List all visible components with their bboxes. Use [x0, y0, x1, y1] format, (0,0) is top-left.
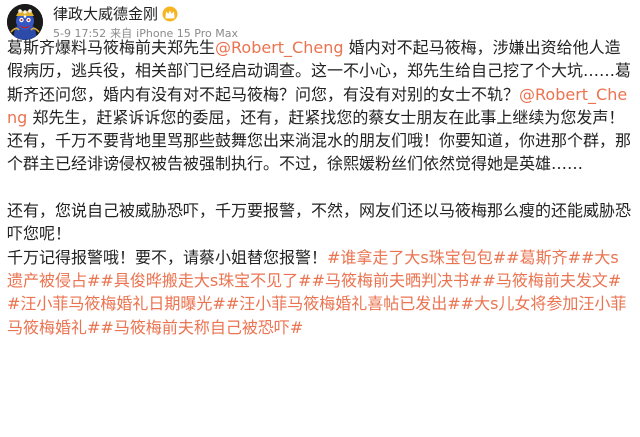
post-body: 葛斯齐爆料马筱梅前夫郑先生@Robert_Cheng 婚内对不起马筱梅，涉嫌出资… — [7, 36, 633, 339]
hashtag-link[interactable]: #汪小菲马筱梅婚礼喜帖已发出# — [226, 294, 461, 313]
hashtag-link[interactable]: #马筱梅前夫称自己被恐吓# — [100, 318, 303, 337]
author-name[interactable]: 律政大威德金刚 — [53, 4, 158, 24]
hashtag-link[interactable]: #汪小菲马筱梅婚礼日期曝光# — [7, 294, 226, 313]
hashtag-link[interactable]: #具俊晔搬走大s珠宝不见了# — [100, 271, 311, 290]
author-line: 律政大威德金刚 — [53, 4, 178, 24]
hashtag-link[interactable]: #马筱梅前夫晒判决书# — [312, 271, 483, 290]
mention-link[interactable]: @Robert_Cheng — [215, 38, 344, 57]
paragraph-text: 郑先生，赶紧诉诉您的委屈，还有，赶紧找您的蔡女士朋友在此事上继续为您发声！还有，… — [7, 107, 632, 174]
author-avatar[interactable] — [7, 4, 43, 40]
paragraph-text: 还有，您说自己被威胁恐吓，千万要报警，不然，网友们还以马筱梅那么瘦的还能威胁恐吓… — [7, 201, 632, 244]
tibetan-deity-avatar-icon — [7, 4, 43, 40]
gold-crown-badge-icon — [162, 6, 178, 22]
post-paragraph-2: 还有，您说自己被威胁恐吓，千万要报警，不然，网友们还以马筱梅那么瘦的还能威胁恐吓… — [7, 199, 633, 246]
post-paragraph-1: 葛斯齐爆料马筱梅前夫郑先生@Robert_Cheng 婚内对不起马筱梅，涉嫌出资… — [7, 36, 633, 176]
paragraph-text: 葛斯齐爆料马筱梅前夫郑先生 — [7, 38, 216, 57]
paragraph-text: 千万记得报警哦！要不，请蔡小姐替您报警！ — [7, 247, 328, 267]
weibo-post: 律政大威德金刚 5-9 17:52 来自 iPhone 15 Pro Max 葛斯齐… — [0, 0, 640, 437]
hashtag-link[interactable]: #马筱梅前夫发文# — [482, 271, 621, 290]
hashtag-link[interactable]: #谁拿走了大s珠宝包包# — [327, 248, 506, 267]
post-paragraph-3: 千万记得报警哦！要不，请蔡小姐替您报警！#谁拿走了大s珠宝包包##葛斯齐##大s… — [7, 246, 633, 339]
